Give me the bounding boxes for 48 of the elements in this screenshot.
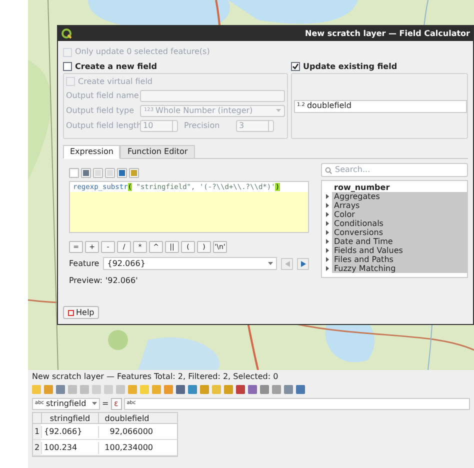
field-label: Output field type (66, 104, 136, 116)
tree-item[interactable]: Fuzzy Matching (332, 264, 467, 273)
check-icon (292, 63, 299, 70)
expression-button[interactable]: ε (110, 398, 122, 410)
column-header[interactable]: doublefield (98, 413, 155, 423)
field-label: Output field name (66, 90, 138, 102)
checkbox-label: Only update 0 selected feature(s) (75, 46, 210, 58)
tree-item[interactable]: Files and Paths (332, 255, 467, 264)
table-cell: 100.234 (41, 442, 98, 454)
tree-item[interactable]: Aggregates (332, 192, 467, 201)
tree-item[interactable]: Conversions (332, 228, 467, 237)
field-label: Precision (184, 120, 221, 132)
table-cell: 100,234000 (98, 442, 155, 454)
row-number: 2 (33, 440, 41, 455)
search-icon (325, 166, 332, 174)
checkbox-label: Create virtual field (78, 76, 153, 88)
window-title: New scratch layer — Field Calculator (305, 28, 470, 40)
field-label: Feature (69, 258, 100, 270)
tree-item[interactable]: Conditionals (332, 219, 467, 228)
checkbox-label: Create a new field (75, 60, 157, 72)
tree-item[interactable]: Color (332, 210, 467, 219)
help-icon (68, 310, 74, 316)
tree-item[interactable]: Arrays (332, 201, 467, 210)
table-cell: 92,066000 (98, 426, 155, 438)
tree-item[interactable]: Fields and Values (332, 246, 467, 255)
logo-icon (61, 28, 72, 39)
left-arrow-icon (284, 260, 290, 266)
checkbox-label: Update existing field (303, 60, 398, 72)
caret-icon (268, 262, 274, 265)
tab[interactable]: Function Editor (120, 145, 195, 159)
caret-icon (276, 109, 281, 112)
tab[interactable]: Expression (63, 145, 120, 159)
operator-label: = (102, 398, 109, 410)
column-header[interactable]: stringfield (41, 413, 98, 423)
feature-dropdown[interactable]: {92.066} (103, 257, 278, 270)
right-arrow-icon (300, 260, 306, 266)
tree-item[interactable]: Date and Time (332, 237, 467, 246)
caret-icon (92, 402, 97, 405)
table-cell: {92.066} (41, 426, 98, 438)
preview-value: '92.066' (105, 275, 138, 287)
preview-label: Preview: (69, 275, 102, 287)
checkbox[interactable] (63, 62, 72, 71)
row-number: 1 (33, 424, 41, 439)
next-button[interactable] (297, 258, 310, 270)
checkbox[interactable] (291, 62, 300, 71)
input-field[interactable] (140, 90, 285, 102)
panel-title: New scratch layer — Features Total: 2, Filtered: 2, Selected: 0 (32, 371, 280, 383)
help-button[interactable]: Help (63, 306, 100, 319)
